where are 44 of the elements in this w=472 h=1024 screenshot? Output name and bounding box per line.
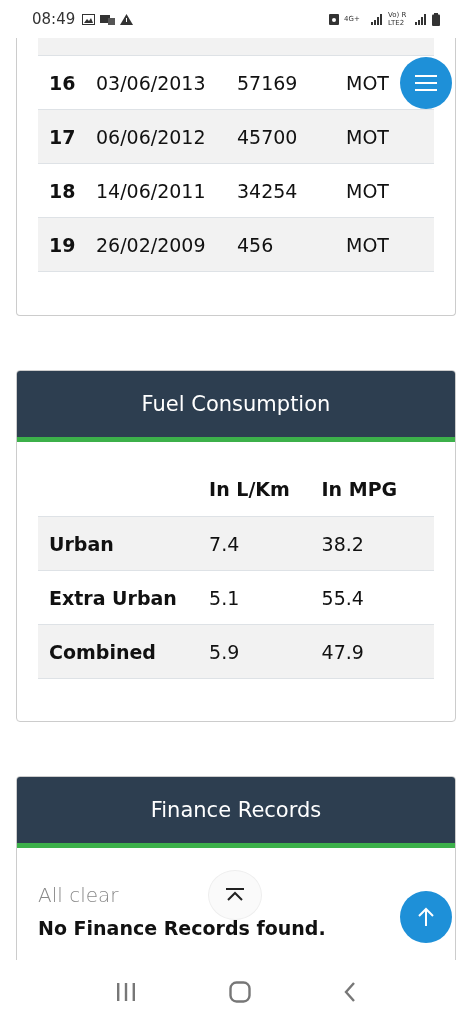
table-cell-text: Extra Urban bbox=[48, 586, 178, 609]
signal-icon bbox=[371, 13, 383, 25]
home-icon[interactable] bbox=[229, 981, 251, 1003]
table-cell-text: 34254 bbox=[237, 179, 299, 202]
status-text: All clear bbox=[38, 883, 119, 907]
table-cell-text: 26/02/2009 bbox=[96, 233, 207, 256]
table-cell: MOT bbox=[346, 125, 389, 148]
table-cell-text: 06/06/2012 bbox=[96, 125, 207, 148]
battery-icon bbox=[432, 12, 440, 26]
table-cell-text: 17 bbox=[48, 125, 77, 148]
table-cell-text: 14/06/2011 bbox=[96, 179, 207, 202]
table-cell-text: 55.4 bbox=[321, 586, 365, 609]
message-text: No Finance Records found. bbox=[38, 917, 327, 939]
table-cell: MOT bbox=[346, 233, 389, 256]
table-cell: MOT bbox=[346, 71, 389, 94]
table-cell-text: 456 bbox=[237, 233, 275, 256]
table-cell-text: Combined bbox=[48, 640, 157, 663]
table-cell-text: 03/06/2013 bbox=[96, 71, 207, 94]
warning-icon bbox=[120, 13, 134, 25]
column-header: In L/Km bbox=[209, 477, 291, 500]
table-cell-text: 19 bbox=[48, 233, 77, 256]
table-cell: MOT bbox=[346, 179, 389, 202]
column-header: In MPG bbox=[321, 477, 399, 500]
table-cell-text: 45700 bbox=[237, 125, 299, 148]
status-time: 08:49 bbox=[32, 10, 76, 28]
table-cell-text: 5.9 bbox=[209, 640, 241, 663]
table-cell-text: 38.2 bbox=[321, 532, 365, 555]
table-cell-text: 47.9 bbox=[321, 640, 365, 663]
card-title: Fuel Consumption bbox=[141, 392, 331, 416]
image-icon bbox=[82, 13, 96, 25]
table-cell-text: 16 bbox=[48, 71, 77, 94]
signal-icon bbox=[415, 13, 427, 25]
table-cell-text: 5.1 bbox=[209, 586, 241, 609]
menu-icon bbox=[415, 74, 437, 92]
table-cell-text: Urban bbox=[48, 532, 115, 555]
table-cell-text: 18 bbox=[48, 179, 77, 202]
arrow-up-icon bbox=[418, 907, 434, 927]
battery-saver-icon bbox=[329, 13, 339, 25]
table-cell-text: 7.4 bbox=[209, 532, 241, 555]
table-cell-text: 57169 bbox=[237, 71, 299, 94]
recent-apps-icon[interactable] bbox=[116, 983, 137, 1001]
back-icon[interactable] bbox=[343, 982, 356, 1002]
scroll-top-icon bbox=[225, 888, 245, 902]
card-title: Finance Records bbox=[150, 798, 322, 822]
